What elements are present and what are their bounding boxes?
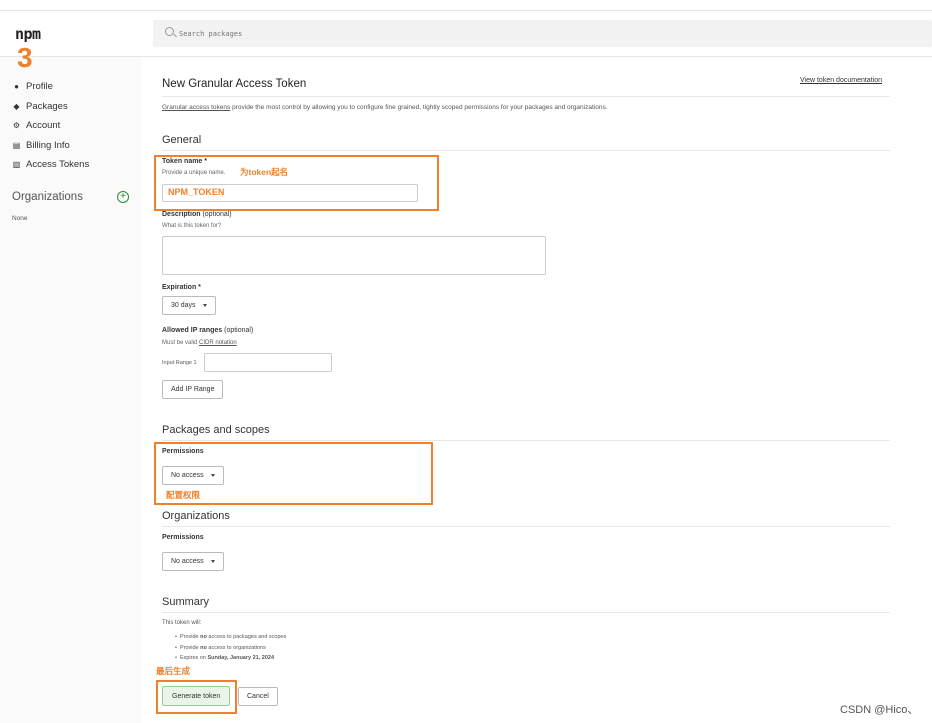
- annotation-box-token-name: [154, 155, 439, 211]
- sidebar-item-label: Packages: [26, 100, 68, 112]
- ip-ranges-label: Allowed IP ranges (optional): [162, 327, 253, 334]
- billing-icon: ▤: [12, 140, 21, 150]
- divider: [162, 526, 890, 527]
- annotation-box-generate: [156, 680, 237, 714]
- summary-text: Provide: [179, 634, 201, 640]
- expiration-select[interactable]: 30 days: [162, 296, 216, 315]
- divider: [162, 612, 890, 613]
- expiration-label: Expiration *: [162, 284, 201, 291]
- description-textarea[interactable]: [162, 236, 546, 275]
- user-icon: ●: [14, 81, 19, 91]
- ip-hint-prefix: Must be valid: [162, 340, 200, 346]
- page-title: New Granular Access Token: [162, 78, 307, 90]
- sidebar-item-label: Billing Info: [26, 139, 70, 151]
- expiration-value: 30 days: [171, 302, 196, 309]
- gear-icon: ⚙: [12, 120, 21, 130]
- organizations-section-heading: Organizations: [162, 510, 230, 522]
- divider: [162, 96, 890, 97]
- summary-item: Provide no access to organizations: [175, 645, 286, 656]
- optional-tag: (optional): [200, 211, 232, 218]
- sidebar-item-packages[interactable]: ◆ Packages: [12, 99, 68, 113]
- sidebar-item-account[interactable]: ⚙ Account: [12, 118, 60, 132]
- summary-item: Provide no access to packages and scopes: [175, 634, 286, 645]
- divider: [162, 150, 890, 151]
- summary-text: Provide: [179, 644, 201, 651]
- description-label-text: Description: [162, 211, 201, 218]
- cidr-notation-link[interactable]: CIDR notation: [199, 340, 237, 346]
- organizations-heading: Organizations: [12, 191, 83, 203]
- divider: [162, 440, 890, 441]
- add-organization-icon[interactable]: +: [117, 191, 129, 203]
- cancel-button[interactable]: Cancel: [238, 687, 278, 706]
- summary-intro: This token will:: [162, 620, 202, 626]
- token-icon: ▧: [12, 159, 21, 169]
- ip-ranges-label-text: Allowed IP ranges: [162, 327, 223, 334]
- sidebar-item-label: Account: [26, 119, 61, 131]
- summary-bold: Sunday, January 21, 2024: [207, 655, 274, 661]
- watermark: CSDN @Hico、: [840, 704, 919, 716]
- description-hint: What is this token for?: [162, 223, 222, 229]
- summary-heading: Summary: [162, 596, 210, 608]
- packages-scopes-heading: Packages and scopes: [162, 424, 270, 436]
- sidebar: ● Profile ◆ Packages ⚙ Account ▤ Billing…: [0, 57, 141, 723]
- organizations-permissions-select[interactable]: No access: [162, 552, 224, 571]
- view-token-documentation-link[interactable]: View token documentation: [800, 77, 882, 84]
- chevron-down-icon: [210, 560, 215, 563]
- search-bar[interactable]: [153, 20, 932, 47]
- sidebar-item-access-tokens[interactable]: ▧ Access Tokens: [12, 157, 89, 171]
- annotation-token-name: 为token起名: [240, 167, 289, 177]
- intro-text: Granular access tokens provide the most …: [162, 104, 608, 111]
- intro-rest: provide the most control by allowing you…: [230, 104, 608, 111]
- annotation-generate: 最后生成: [156, 666, 191, 676]
- sidebar-item-profile[interactable]: ● Profile: [12, 79, 53, 93]
- organizations-none: None: [12, 215, 28, 222]
- summary-item: Expires on Sunday, January 21, 2024: [175, 655, 286, 666]
- summary-bold: no: [200, 644, 207, 651]
- general-heading: General: [162, 134, 202, 146]
- annotation-step-number: 3: [17, 42, 33, 73]
- search-icon: [165, 27, 174, 36]
- add-ip-range-button[interactable]: Add IP Range: [162, 380, 224, 399]
- summary-text: access to packages and scopes: [206, 634, 287, 640]
- summary-bold: no: [200, 634, 207, 640]
- annotation-permissions: 配置权限: [166, 490, 201, 500]
- granular-tokens-link[interactable]: Granular access tokens: [162, 104, 230, 111]
- ip-ranges-hint: Must be valid CIDR notation: [162, 340, 237, 346]
- sidebar-item-label: Profile: [26, 80, 53, 92]
- organizations-permissions-label: Permissions: [162, 534, 204, 541]
- npm-logo[interactable]: npm: [15, 25, 41, 43]
- summary-text: access to organizations: [206, 644, 266, 651]
- packages-icon: ◆: [13, 101, 20, 111]
- optional-tag: (optional): [222, 327, 254, 334]
- summary-list: Provide no access to packages and scopes…: [175, 634, 286, 666]
- top-header: npm: [0, 11, 932, 57]
- sidebar-item-label: Access Tokens: [26, 158, 90, 170]
- organizations-permissions-value: No access: [171, 558, 204, 565]
- search-input[interactable]: [179, 26, 579, 41]
- description-label: Description (optional): [162, 211, 232, 218]
- sidebar-item-billing[interactable]: ▤ Billing Info: [12, 138, 70, 152]
- input-range-label: Input Range 1: [162, 360, 197, 366]
- chevron-down-icon: [202, 304, 207, 307]
- summary-text: Expires on: [179, 655, 208, 661]
- ip-range-input[interactable]: [204, 353, 332, 372]
